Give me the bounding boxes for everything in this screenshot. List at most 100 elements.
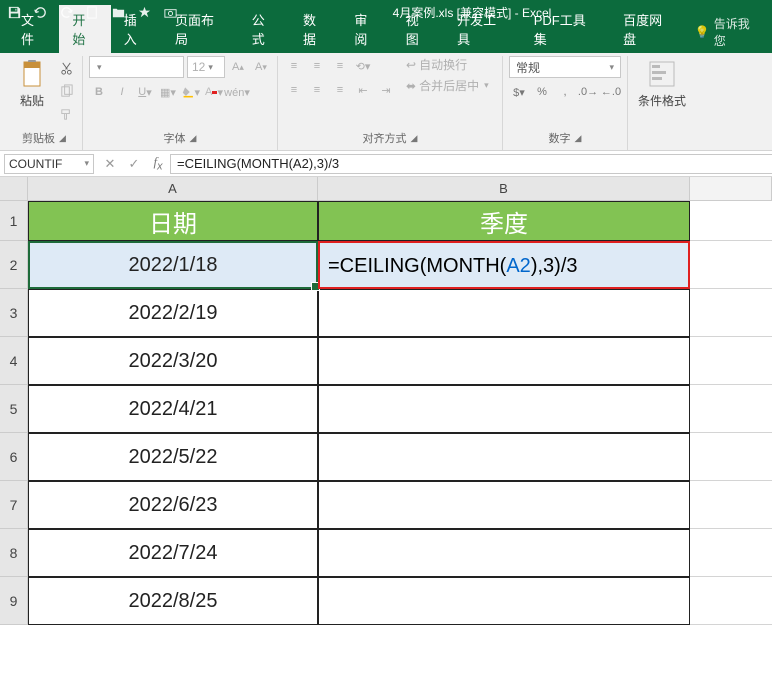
merge-icon: ⬌ (406, 79, 416, 93)
indent-inc-icon[interactable]: ⇥ (376, 80, 396, 100)
cell-a6[interactable]: 2022/5/22 (28, 433, 318, 481)
cell-c8[interactable] (690, 529, 772, 577)
font-size-value: 12 (192, 60, 205, 74)
cell-c2[interactable] (690, 241, 772, 289)
font-size-combo[interactable]: 12▾ (187, 56, 225, 78)
font-color-icon[interactable]: A▾ (204, 82, 224, 102)
cell-a5[interactable]: 2022/4/21 (28, 385, 318, 433)
font-name-combo[interactable]: ▾ (89, 56, 184, 78)
currency-icon[interactable]: $▾ (509, 82, 529, 102)
paste-button[interactable]: 粘贴 (12, 56, 52, 111)
bold-icon[interactable]: B (89, 82, 109, 102)
row-header-3[interactable]: 3 (0, 289, 28, 337)
tab-pdf[interactable]: PDF工具集 (521, 5, 610, 53)
decrease-font-icon[interactable]: A▾ (251, 57, 271, 77)
cell-b7[interactable] (318, 481, 690, 529)
number-launcher-icon[interactable]: ◢ (575, 133, 582, 144)
tab-data[interactable]: 数据 (290, 5, 341, 53)
tab-formulas[interactable]: 公式 (239, 5, 290, 53)
indent-dec-icon[interactable]: ⇤ (353, 80, 373, 100)
font-launcher-icon[interactable]: ◢ (190, 133, 197, 144)
cell-b2[interactable]: =CEILING(MONTH(A2),3)/3 (318, 241, 690, 289)
new-icon[interactable] (84, 5, 100, 21)
row-header-8[interactable]: 8 (0, 529, 28, 577)
cut-icon[interactable] (56, 58, 76, 78)
enter-formula-icon[interactable]: ✓ (122, 156, 146, 172)
name-box[interactable]: COUNTIF▾ (4, 154, 94, 174)
inc-decimal-icon[interactable]: .0→ (578, 82, 598, 102)
align-middle-icon[interactable]: ≡ (307, 56, 327, 76)
cell-b9[interactable] (318, 577, 690, 625)
cell-b5[interactable] (318, 385, 690, 433)
dec-decimal-icon[interactable]: ←.0 (601, 82, 621, 102)
align-top-icon[interactable]: ≡ (284, 56, 304, 76)
cell-b1[interactable]: 季度 (318, 201, 690, 241)
cell-a4[interactable]: 2022/3/20 (28, 337, 318, 385)
cell-a3[interactable]: 2022/2/19 (28, 289, 318, 337)
align-launcher-icon[interactable]: ◢ (411, 133, 418, 144)
save-icon[interactable] (6, 5, 22, 21)
col-header-extra[interactable] (690, 177, 772, 201)
wrap-text-button[interactable]: ↩自动换行 (406, 56, 489, 73)
phonetic-icon[interactable]: wén▾ (227, 82, 247, 102)
cell-c6[interactable] (690, 433, 772, 481)
redo-icon[interactable] (58, 5, 74, 21)
comma-icon[interactable]: , (555, 82, 575, 102)
orientation-icon[interactable]: ⟲▾ (353, 56, 373, 76)
align-left-icon[interactable]: ≡ (284, 80, 304, 100)
cell-c7[interactable] (690, 481, 772, 529)
row-header-9[interactable]: 9 (0, 577, 28, 625)
row-header-7[interactable]: 7 (0, 481, 28, 529)
border-icon[interactable]: ▦▾ (158, 82, 178, 102)
star-icon[interactable] (136, 5, 152, 21)
cell-b6[interactable] (318, 433, 690, 481)
fill-color-icon[interactable]: ▾ (181, 82, 201, 102)
col-header-a[interactable]: A (28, 177, 318, 201)
row-header-1[interactable]: 1 (0, 201, 28, 241)
open-icon[interactable] (110, 5, 126, 21)
increase-font-icon[interactable]: A▴ (228, 57, 248, 77)
cell-b8[interactable] (318, 529, 690, 577)
cell-c9[interactable] (690, 577, 772, 625)
undo-icon[interactable] (32, 5, 48, 21)
fx-icon[interactable]: fx (146, 154, 170, 173)
align-right-icon[interactable]: ≡ (330, 80, 350, 100)
cell-c4[interactable] (690, 337, 772, 385)
row-header-2[interactable]: 2 (0, 241, 28, 289)
cell-b4[interactable] (318, 337, 690, 385)
tell-me[interactable]: 💡 告诉我您 (687, 11, 768, 53)
cell-a2[interactable]: 2022/1/18 (28, 241, 318, 289)
wrap-label: 自动换行 (419, 56, 467, 73)
cell-c3[interactable] (690, 289, 772, 337)
copy-icon[interactable] (56, 81, 76, 101)
cond-format-button[interactable]: 条件格式 (634, 56, 690, 111)
format-painter-icon[interactable] (56, 104, 76, 124)
italic-icon[interactable]: I (112, 82, 132, 102)
col-header-b[interactable]: B (318, 177, 690, 201)
cancel-formula-icon[interactable]: ✕ (98, 156, 122, 172)
clipboard-launcher-icon[interactable]: ◢ (59, 133, 66, 144)
tab-view[interactable]: 视图 (393, 5, 444, 53)
camera-icon[interactable] (162, 5, 178, 21)
tab-review[interactable]: 审阅 (341, 5, 392, 53)
number-format-combo[interactable]: 常规▾ (509, 56, 621, 78)
merge-button[interactable]: ⬌合并后居中▾ (406, 77, 489, 94)
cell-b3[interactable] (318, 289, 690, 337)
cell-c1[interactable] (690, 201, 772, 241)
select-all-corner[interactable] (0, 177, 28, 201)
cell-a9[interactable]: 2022/8/25 (28, 577, 318, 625)
row-header-5[interactable]: 5 (0, 385, 28, 433)
cell-a1[interactable]: 日期 (28, 201, 318, 241)
row-header-4[interactable]: 4 (0, 337, 28, 385)
tab-baidu[interactable]: 百度网盘 (610, 5, 687, 53)
cell-a7[interactable]: 2022/6/23 (28, 481, 318, 529)
cell-c5[interactable] (690, 385, 772, 433)
cell-a8[interactable]: 2022/7/24 (28, 529, 318, 577)
percent-icon[interactable]: % (532, 82, 552, 102)
tab-dev[interactable]: 开发工具 (444, 5, 521, 53)
formula-input[interactable]: =CEILING(MONTH(A2),3)/3 (170, 154, 772, 174)
row-header-6[interactable]: 6 (0, 433, 28, 481)
align-bottom-icon[interactable]: ≡ (330, 56, 350, 76)
underline-icon[interactable]: U▾ (135, 82, 155, 102)
align-center-icon[interactable]: ≡ (307, 80, 327, 100)
